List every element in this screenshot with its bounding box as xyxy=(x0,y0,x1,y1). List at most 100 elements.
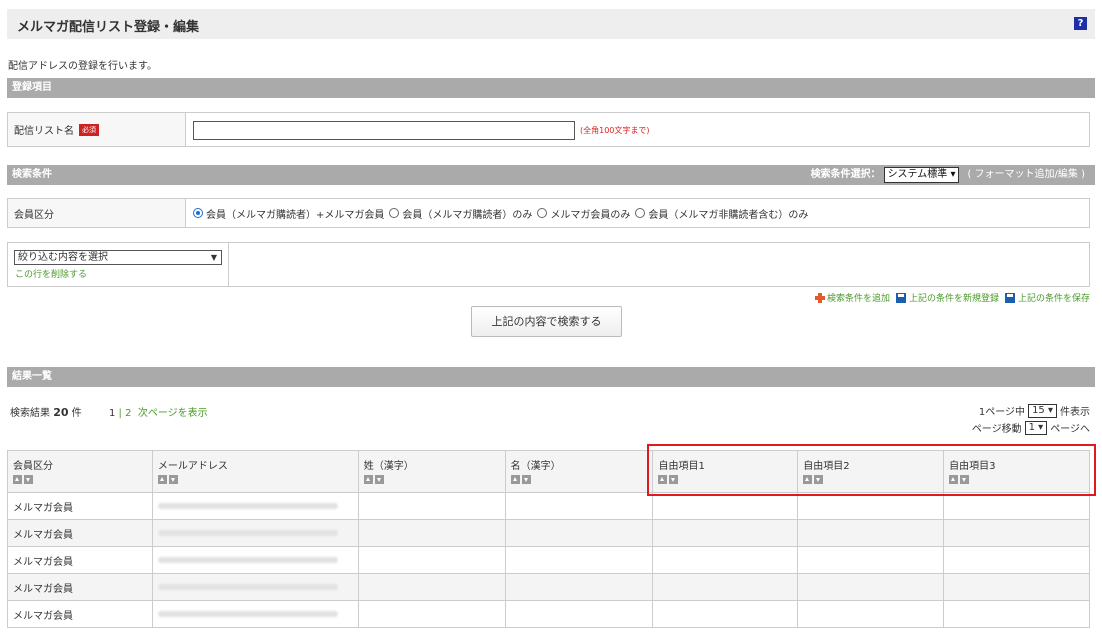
results-count-value: 20 xyxy=(53,406,69,419)
required-badge: 必須 xyxy=(79,123,99,136)
results-count-prefix: 検索結果 xyxy=(10,408,54,419)
sort-up-icon[interactable] xyxy=(157,475,167,484)
column-label: 自由項目3 xyxy=(949,461,996,472)
cell-member-type: メルマガ会員 xyxy=(7,519,153,547)
sort-down-icon[interactable] xyxy=(24,475,33,484)
per-page-suffix: 件表示 xyxy=(1060,407,1090,418)
input-length-note: (全角100文字まで) xyxy=(580,126,650,135)
save-condition-link[interactable]: 上記の条件を保存 xyxy=(1004,291,1090,304)
results-table: 会員区分 メールアドレス 姓（漢字） 名（漢字） 自由項目1 自由項目2 自由項… xyxy=(7,450,1090,628)
radio-option-4[interactable]: 会員（メルマガ非購読者含む）のみ xyxy=(635,206,808,221)
results-section-title: 結果一覧 xyxy=(12,371,52,382)
per-page-select[interactable]: 15 ▾ xyxy=(1028,403,1057,418)
filter-select[interactable]: 絞り込む内容を選択 ▼ xyxy=(14,250,222,265)
sort-up-icon[interactable] xyxy=(510,475,520,484)
search-section-title: 検索条件 xyxy=(12,169,52,180)
sort-down-icon[interactable] xyxy=(669,475,679,484)
list-name-row: 配信リスト名 必須 (全角100文字まで) xyxy=(7,112,1090,147)
sort-up-icon[interactable] xyxy=(363,475,373,484)
pager-next-link[interactable]: 次ページを表示 xyxy=(138,408,208,419)
format-selector: 検索条件選択： システム標準 ▾ ( フォーマット追加/編集 ) xyxy=(811,165,1085,185)
register-new-link[interactable]: 上記の条件を新規登録 xyxy=(895,291,999,304)
table-row: メルマガ会員 xyxy=(7,573,1090,601)
cell-free-1 xyxy=(652,573,799,601)
radio-label: 会員（メルマガ購読者）のみ xyxy=(402,209,533,221)
chevron-down-icon: ▼ xyxy=(210,253,217,262)
sort-controls xyxy=(803,475,938,484)
results-count-suffix: 件 xyxy=(68,408,82,419)
blurred-email xyxy=(157,502,338,509)
cell-member-type: メルマガ会員 xyxy=(7,492,153,520)
table-row: メルマガ会員 xyxy=(7,600,1090,628)
cell-free-2 xyxy=(797,546,945,574)
page-description: 配信アドレスの登録を行います。 xyxy=(8,61,157,72)
sort-controls xyxy=(363,475,500,484)
sort-down-icon[interactable] xyxy=(168,475,178,484)
cell-last-name xyxy=(357,492,506,520)
add-condition-link[interactable]: 検索条件を追加 xyxy=(814,291,890,304)
column-label: 名（漢字） xyxy=(510,461,561,472)
column-header-first-name: 名（漢字） xyxy=(504,450,654,493)
sort-up-icon[interactable] xyxy=(803,475,813,484)
search-button[interactable]: 上記の内容で検索する xyxy=(471,306,622,337)
cell-free-1 xyxy=(652,600,799,628)
add-condition-label: 検索条件を追加 xyxy=(826,294,890,304)
radio-icon[interactable] xyxy=(635,208,646,218)
column-label: 自由項目1 xyxy=(658,461,705,472)
radio-label: 会員（メルマガ非購読者含む）のみ xyxy=(648,209,809,221)
table-row: メルマガ会員 xyxy=(7,546,1090,574)
search-section-bar: 検索条件 検索条件選択： システム標準 ▾ ( フォーマット追加/編集 ) xyxy=(7,165,1095,185)
sort-up-icon[interactable] xyxy=(13,475,22,484)
column-header-free-1: 自由項目1 xyxy=(652,450,799,493)
sort-down-icon[interactable] xyxy=(814,475,824,484)
sort-controls xyxy=(157,475,353,484)
pager-separator: | xyxy=(115,408,126,419)
table-header-row: 会員区分 メールアドレス 姓（漢字） 名（漢字） 自由項目1 自由項目2 自由項… xyxy=(7,450,1090,493)
radio-option-2[interactable]: 会員（メルマガ購読者）のみ xyxy=(389,206,532,221)
format-label: 検索条件選択： xyxy=(810,169,881,180)
sort-down-icon[interactable] xyxy=(374,475,384,484)
format-edit-link[interactable]: ( フォーマット追加/編集 ) xyxy=(967,165,1085,185)
sort-controls xyxy=(13,475,147,484)
cell-email xyxy=(151,600,359,628)
results-section-bar: 結果一覧 xyxy=(7,367,1095,387)
sort-controls xyxy=(658,475,792,484)
page-move-suffix: ページへ xyxy=(1050,424,1090,435)
per-page-prefix: 1ページ中 xyxy=(978,407,1026,418)
sort-up-icon[interactable] xyxy=(949,475,959,484)
radio-option-1[interactable]: 会員（メルマガ購読者）+メルマガ会員 xyxy=(193,206,384,221)
radio-checked-icon[interactable] xyxy=(193,208,203,218)
cell-free-2 xyxy=(797,492,945,520)
blurred-email xyxy=(157,529,338,536)
save-condition-label: 上記の条件を保存 xyxy=(1017,294,1090,304)
save-icon xyxy=(895,292,906,303)
blurred-email xyxy=(157,556,338,563)
list-name-input[interactable] xyxy=(193,121,575,140)
radio-label: メルマガ会員のみ xyxy=(550,209,631,221)
pager-page-2-link[interactable]: 2 xyxy=(125,408,131,419)
format-select[interactable]: システム標準 ▾ xyxy=(883,167,960,183)
sort-down-icon[interactable] xyxy=(960,475,970,484)
delete-row-link[interactable]: この行を削除する xyxy=(15,267,87,280)
filter-select-value: 絞り込む内容を選択 xyxy=(18,252,108,263)
help-icon[interactable]: ? xyxy=(1074,17,1087,30)
page-move-select[interactable]: 1 ▾ xyxy=(1024,420,1048,435)
list-name-label-cell: 配信リスト名 必須 xyxy=(8,113,186,146)
cell-last-name xyxy=(357,600,506,628)
cell-last-name xyxy=(357,519,506,547)
sort-up-icon[interactable] xyxy=(658,475,668,484)
radio-icon[interactable] xyxy=(389,208,400,218)
registration-section-bar: 登録項目 xyxy=(7,78,1095,98)
table-row: メルマガ会員 xyxy=(7,492,1090,520)
radio-option-3[interactable]: メルマガ会員のみ xyxy=(537,206,630,221)
column-label: 姓（漢字） xyxy=(363,461,414,472)
table-row: メルマガ会員 xyxy=(7,519,1090,547)
condition-actions: 検索条件を追加 上記の条件を新規登録 上記の条件を保存 xyxy=(809,291,1090,304)
sort-controls xyxy=(510,475,648,484)
pager: 1 | 2 次ページを表示 xyxy=(109,404,208,419)
member-type-row: 会員区分 会員（メルマガ購読者）+メルマガ会員 会員（メルマガ購読者）のみ メル… xyxy=(7,198,1090,228)
radio-icon[interactable] xyxy=(537,208,548,218)
cell-last-name xyxy=(357,546,506,574)
register-new-label: 上記の条件を新規登録 xyxy=(908,294,999,304)
sort-down-icon[interactable] xyxy=(521,475,531,484)
